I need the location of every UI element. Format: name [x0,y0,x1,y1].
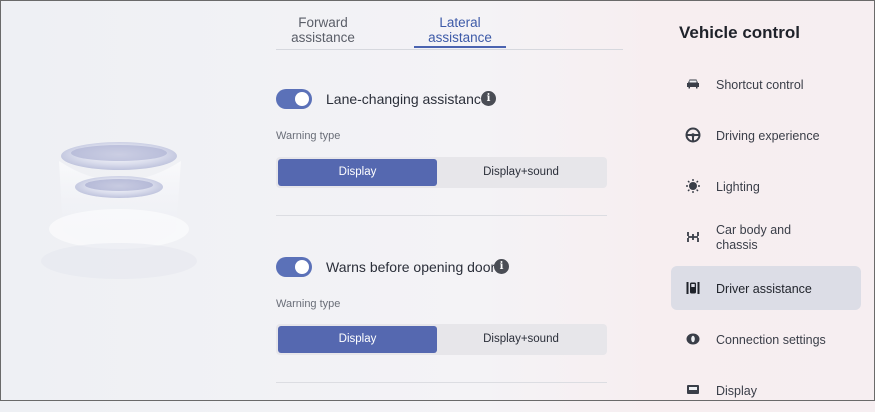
toggle-knob [295,260,309,274]
sidebar-item-label: Driver assistance [716,282,812,296]
setting-door-warning: Warns before opening doors i [276,257,608,277]
active-tab-underline [414,46,506,48]
info-icon[interactable]: i [481,91,496,106]
sidebar-item-driving-experience[interactable]: Driving experience [671,113,861,157]
decorative-graphic [31,111,221,311]
light-icon [686,179,700,193]
sidebar-item-label-line2: chassis [716,238,758,252]
sidebar-item-label-line1: Car body and [716,223,792,237]
sidebar-item-display[interactable]: Display [671,368,861,412]
tab-label: assistance [428,30,492,45]
info-icon[interactable]: i [494,259,509,274]
sidebar-item-label: Lighting [716,180,760,194]
sidebar-item-lighting[interactable]: Lighting [671,164,861,208]
warning-type-label: Warning type [276,130,341,142]
divider [276,382,607,383]
tab-label: Forward [298,15,348,30]
sidebar-item-car-body-chassis[interactable]: Car body and chassis [671,215,861,259]
warning-type-label: Warning type [276,298,341,310]
sidebar-item-label: Connection settings [716,333,826,347]
sidebar-item-label: Shortcut control [716,78,804,92]
sidebar-item-connection-settings[interactable]: Connection settings [671,317,861,361]
tab-label: assistance [291,30,355,45]
assistance-tabs: Forward assistance Lateral assistance [276,15,623,50]
setting-label: Warns before opening doors [326,259,503,275]
connection-icon [686,333,700,345]
sidebar-item-label: Driving experience [716,129,820,143]
tab-lateral-assistance[interactable]: Lateral assistance [414,15,506,48]
chassis-icon [687,232,699,242]
sidebar-item-shortcut-control[interactable]: Shortcut control [671,62,861,106]
panel-title: Vehicle control [679,23,800,42]
option-display-sound[interactable]: Display+sound [437,159,605,186]
segmented-control: Display Display+sound [276,157,607,188]
door-warning-toggle[interactable] [276,257,312,277]
option-display[interactable]: Display [278,326,437,353]
setting-lane-changing: Lane-changing assistance i [276,89,608,109]
divider [276,215,607,216]
car-icon [687,79,699,89]
sidebar-item-label: Display [716,384,757,398]
sidebar-item-driver-assistance[interactable]: Driver assistance [671,266,861,310]
option-display-sound[interactable]: Display+sound [437,326,605,353]
steering-wheel-icon [685,127,701,143]
setting-label: Lane-changing assistance [326,91,489,107]
tab-label: Lateral [439,15,481,30]
lane-changing-toggle[interactable] [276,89,312,109]
display-icon [687,385,699,394]
driver-assistance-icon [686,282,700,294]
segmented-control: Display Display+sound [276,324,607,355]
option-display[interactable]: Display [278,159,437,186]
tab-forward-assistance[interactable]: Forward assistance [288,15,358,45]
toggle-knob [295,92,309,106]
